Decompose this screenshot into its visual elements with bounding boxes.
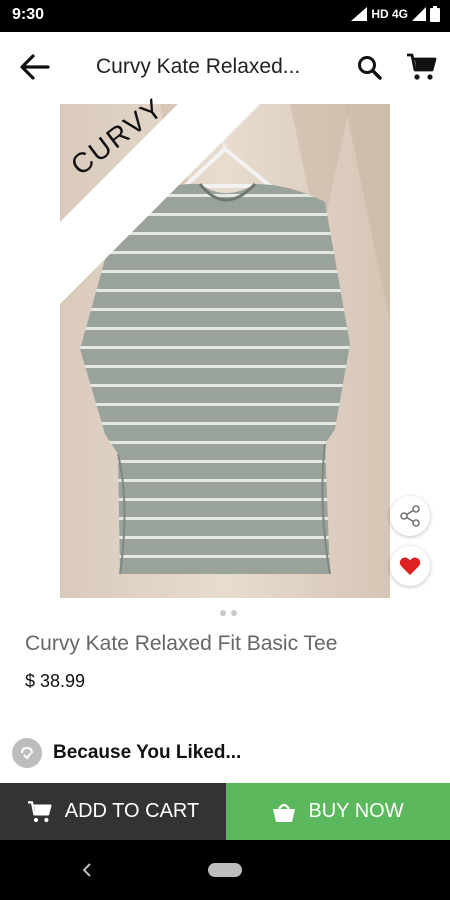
cart-icon[interactable] bbox=[406, 52, 438, 82]
page-title: Curvy Kate Relaxed... bbox=[96, 55, 301, 78]
network-label: HD 4G bbox=[371, 7, 408, 21]
nav-back-icon[interactable] bbox=[80, 862, 94, 878]
product-price: $ 38.99 bbox=[25, 671, 86, 691]
status-icons: HD 4G bbox=[351, 6, 440, 22]
system-nav-bar bbox=[0, 840, 450, 900]
buy-now-label: BUY NOW bbox=[308, 800, 404, 822]
favorite-button[interactable] bbox=[390, 546, 430, 586]
heart-icon bbox=[399, 557, 421, 575]
buy-now-button[interactable]: BUY NOW bbox=[226, 783, 450, 840]
status-time: 9:30 bbox=[12, 6, 45, 23]
search-icon[interactable] bbox=[356, 54, 384, 82]
signal-strength-icon bbox=[412, 7, 426, 21]
product-image[interactable] bbox=[60, 104, 390, 598]
pager-dot[interactable] bbox=[231, 610, 237, 616]
share-icon bbox=[400, 505, 420, 527]
cart-icon bbox=[27, 800, 52, 822]
battery-icon bbox=[430, 6, 440, 22]
signal-icon bbox=[351, 7, 368, 21]
shopping-basket-icon bbox=[273, 803, 296, 822]
product-title: Curvy Kate Relaxed Fit Basic Tee bbox=[25, 632, 338, 655]
arrow-back-icon[interactable] bbox=[18, 52, 52, 82]
add-to-cart-label: ADD TO CART bbox=[64, 800, 200, 822]
share-button[interactable] bbox=[390, 496, 430, 536]
image-pager bbox=[220, 610, 237, 616]
add-to-cart-button[interactable]: ADD TO CART bbox=[0, 783, 226, 840]
because-you-liked-label: Because You Liked... bbox=[53, 742, 242, 763]
app-bar: Curvy Kate Relaxed... bbox=[0, 32, 450, 102]
status-bar: 9:30 HD 4G bbox=[0, 0, 450, 32]
because-you-liked[interactable]: Because You Liked... bbox=[12, 737, 241, 769]
recommendation-icon bbox=[12, 738, 42, 768]
nav-home-pill[interactable] bbox=[208, 863, 242, 877]
pager-dot[interactable] bbox=[220, 610, 226, 616]
shirt-illustration bbox=[60, 104, 390, 598]
